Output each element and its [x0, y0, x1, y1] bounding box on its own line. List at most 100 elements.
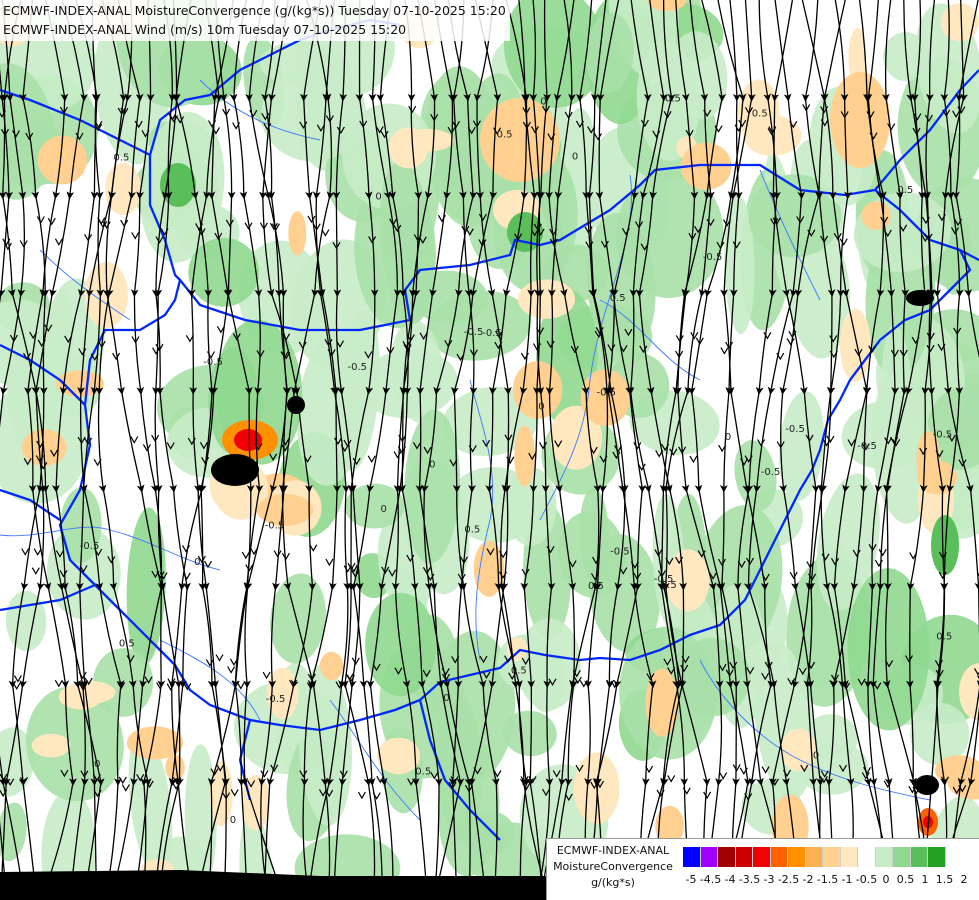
- legend-swatch: [735, 847, 753, 867]
- wind-arrowhead: [393, 451, 402, 459]
- divergence-patch: [517, 279, 576, 319]
- wind-arrowhead: [307, 215, 316, 224]
- divergence-patch: [288, 211, 307, 256]
- divergence-patch: [401, 128, 454, 152]
- wind-arrowhead: [667, 775, 676, 783]
- wind-arrowhead: [36, 216, 45, 224]
- convergence-feature: [915, 775, 939, 795]
- wind-arrowhead: [309, 544, 318, 552]
- wind-arrowhead: [325, 558, 334, 567]
- convergence-patch: [5, 590, 47, 652]
- contour-label: -0.5: [203, 357, 223, 368]
- convergence-feature: [830, 72, 890, 168]
- wind-arrowhead: [181, 545, 191, 553]
- wind-arrowhead: [31, 567, 40, 575]
- contour-label: 0: [540, 97, 546, 108]
- contour-label: 0.5: [752, 108, 768, 119]
- legend-swatch: [788, 847, 806, 867]
- legend-swatch: [840, 847, 858, 867]
- contour-label: -0.5: [761, 467, 781, 478]
- wind-arrowhead: [719, 772, 728, 780]
- wind-arrowhead: [520, 776, 529, 784]
- legend-tick-label: 0: [882, 873, 890, 886]
- contour-label: 0: [230, 815, 236, 826]
- legend-swatch: [753, 847, 771, 867]
- wind-arrowhead: [839, 238, 848, 246]
- contour-label: -0.5: [857, 441, 877, 452]
- contour-label: 0: [194, 557, 200, 568]
- legend-swatch: [893, 847, 911, 867]
- legend-tick-label: -4: [724, 873, 736, 886]
- legend-parameter: MoistureConvergence: [553, 860, 673, 873]
- wind-arrowhead: [260, 770, 269, 778]
- divergence-patch: [319, 651, 344, 681]
- contour-label: 0: [375, 192, 381, 203]
- map-title-block: ECMWF-INDEX-ANAL MoistureConvergence (g/…: [0, 0, 510, 41]
- legend-swatch: [823, 847, 841, 867]
- wind-arrowhead: [281, 552, 290, 561]
- convergence-feature: [160, 163, 196, 207]
- wind-arrowhead: [205, 659, 214, 667]
- wind-arrowhead: [33, 548, 42, 556]
- wind-arrowhead: [236, 682, 245, 690]
- wind-arrowhead: [878, 548, 887, 557]
- wind-arrowhead: [826, 435, 835, 444]
- legend-colorbar: [683, 847, 946, 867]
- legend-tick-label: -1.5: [816, 873, 839, 886]
- wind-arrowhead: [166, 683, 175, 691]
- wind-arrowhead: [227, 666, 236, 674]
- wind-arrowhead: [13, 675, 22, 683]
- contour-label: 0.5: [464, 524, 480, 535]
- divergence-patch: [514, 425, 535, 487]
- convergence-feature: [480, 98, 560, 182]
- legend-tick-label: -5: [685, 873, 697, 886]
- contour-label: 0.5: [415, 767, 431, 778]
- legend-tick-label: -3: [763, 873, 775, 886]
- wind-arrowhead: [131, 232, 140, 240]
- contour-label: 0: [725, 432, 731, 443]
- contour-label: 0.5: [588, 581, 604, 592]
- contour-label: 0: [443, 693, 449, 704]
- legend-swatch: [700, 847, 718, 867]
- wind-arrowhead: [130, 436, 139, 444]
- contour-label: 0.5: [497, 129, 513, 140]
- contour-label: 0: [94, 759, 100, 770]
- legend-tick-labels: -5 -4.5 -4 -3.5 -3 -2.5 -2 -1.5 -1 -0.5 0 0.5 1 1.5 2: [683, 873, 978, 889]
- wind-arrowhead: [786, 338, 795, 346]
- legend-tick-label: 1: [921, 873, 929, 886]
- contour-label: 0: [538, 402, 544, 413]
- contour-label: 0.5: [936, 632, 952, 643]
- wind-arrowhead: [241, 551, 250, 560]
- legend-model: ECMWF-INDEX-ANAL: [556, 844, 670, 857]
- wind-arrowhead: [262, 671, 271, 680]
- legend-swatch: [770, 847, 788, 867]
- legend-swatch: [910, 847, 928, 867]
- weather-map-frame: 0 0 0 -0.5 -0.5 0.5 0.5 0.5 -0.5 0 -0.5 -0.5 0 -0.5 0.…: [0, 0, 979, 900]
- divergence-patch: [861, 201, 891, 230]
- contour-label: -0.5: [610, 547, 630, 558]
- contour-label: 0: [572, 152, 578, 163]
- contour-label: 0: [813, 750, 819, 761]
- wind-arrowhead: [883, 780, 892, 788]
- contour-label: -0.5: [80, 541, 100, 552]
- legend-unit: g/(kg*s): [591, 876, 635, 889]
- contour-label: -0.5: [703, 252, 723, 263]
- legend-tick-label: -2.5: [777, 873, 800, 886]
- wind-arrowhead: [720, 347, 729, 355]
- wind-arrowhead: [357, 791, 366, 800]
- convergence-patch: [847, 568, 930, 731]
- legend-tick-label: -0.5: [855, 873, 878, 886]
- wind-arrowhead: [367, 455, 376, 463]
- contour-label: -0.5: [785, 424, 805, 435]
- contour-label: 0.5: [897, 185, 913, 196]
- wind-arrowhead: [579, 680, 588, 688]
- contour-label: -0.5: [597, 388, 617, 399]
- contour-label: 0.5: [114, 152, 130, 163]
- wind-arrowhead: [54, 238, 63, 246]
- legend-tick-label: 2: [960, 873, 968, 886]
- contour-label: 0: [381, 504, 387, 515]
- legend-swatch: [805, 847, 823, 867]
- legend-swatch: [683, 847, 701, 867]
- contour-label: 0.5: [610, 293, 626, 304]
- legend-swatch: [928, 847, 946, 867]
